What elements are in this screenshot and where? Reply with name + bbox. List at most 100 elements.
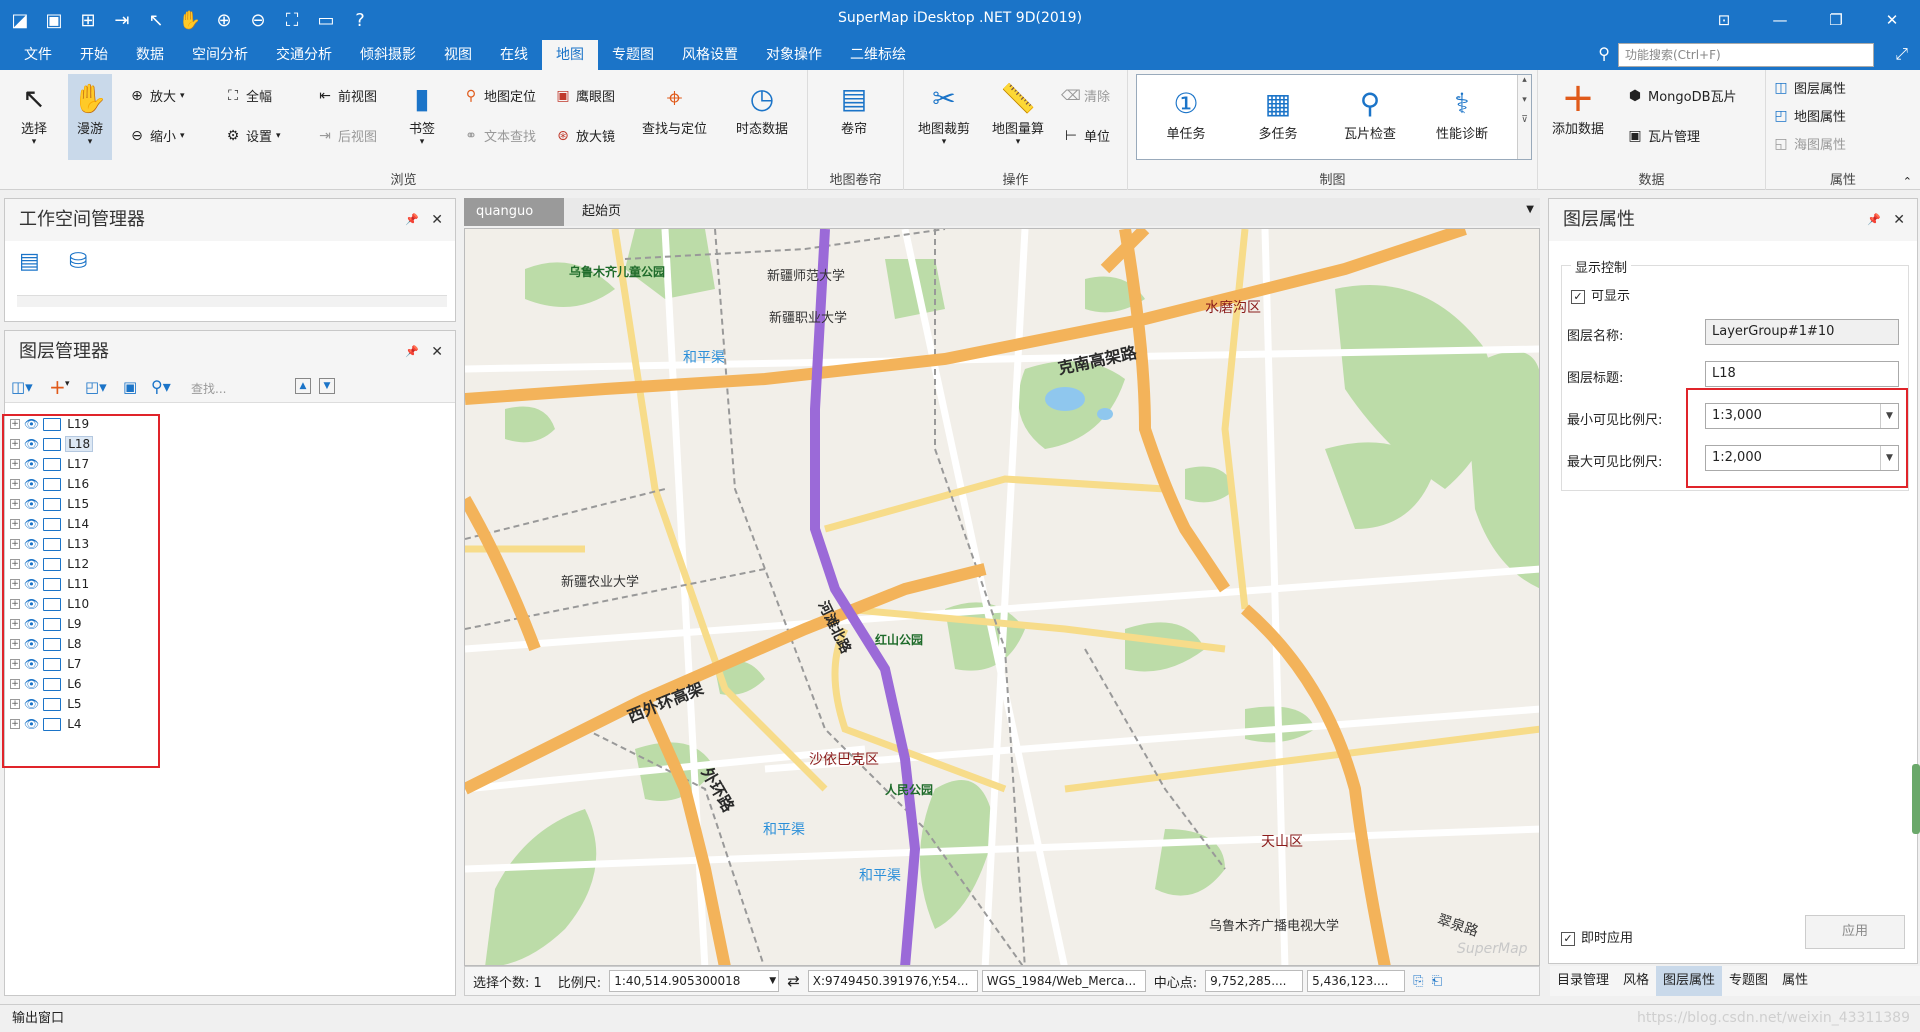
- menu-tab[interactable]: 地图: [542, 40, 598, 70]
- layer-name-field[interactable]: LayerGroup#1#10: [1705, 319, 1899, 345]
- select-button[interactable]: ↖ 选择 ▾: [14, 78, 54, 148]
- menu-tab[interactable]: 专题图: [598, 40, 668, 70]
- tile-manage-button[interactable]: ▣ 瓦片管理: [1626, 126, 1700, 146]
- mongodb-tile-button[interactable]: ⬢ MongoDB瓦片: [1626, 86, 1737, 106]
- tab-quanguo[interactable]: quanguo ×: [464, 198, 564, 247]
- close-icon[interactable]: ✕: [431, 199, 443, 241]
- binoculars-icon: ⚭: [465, 127, 477, 144]
- text-search-button[interactable]: ⚭ 文本查找: [462, 126, 536, 146]
- tab-start-page[interactable]: 起始页: [570, 198, 633, 226]
- tab-list-dropdown-icon[interactable]: ▼: [1526, 204, 1534, 215]
- menu-tab[interactable]: 倾斜摄影: [346, 40, 430, 70]
- zoom-out-button[interactable]: ⊖ 缩小 ▾: [128, 126, 184, 146]
- pan-button[interactable]: ✋ 漫游 ▾: [68, 74, 112, 160]
- tile-check-button[interactable]: ⚲ 瓦片检查: [1325, 83, 1415, 143]
- zoom-out-icon: ⊖: [131, 127, 143, 144]
- prev-view-button[interactable]: ⇤ 前视图: [316, 86, 377, 106]
- swap-icon[interactable]: ⇄: [779, 972, 808, 990]
- bookmark-button[interactable]: ▮ 书签 ▾: [402, 78, 442, 148]
- menu-tab[interactable]: 开始: [66, 40, 122, 70]
- layer-props-icon[interactable]: ▣: [123, 378, 137, 396]
- map-label-park: 人民公园: [885, 783, 934, 797]
- map-view[interactable]: 乌鲁木齐儿童公园 新疆师范大学 新疆职业大学 新疆农业大学 乌鲁木齐广播电视大学…: [464, 228, 1540, 966]
- add-layer-icon[interactable]: +: [49, 375, 66, 399]
- move-up-icon[interactable]: ▲: [295, 378, 311, 394]
- instant-apply-checkbox[interactable]: ✓ 即时应用: [1561, 927, 1633, 946]
- dropdown-icon[interactable]: ▾: [65, 379, 70, 389]
- pin-icon[interactable]: 📌: [405, 331, 419, 373]
- panel-tab[interactable]: 风格: [1616, 966, 1656, 996]
- menu-tab[interactable]: 空间分析: [178, 40, 262, 70]
- menu-tab[interactable]: 文件: [10, 40, 66, 70]
- map-measure-button[interactable]: 📏 地图量算 ▾: [992, 78, 1044, 148]
- unit-button[interactable]: ⊢ 单位: [1062, 126, 1110, 146]
- layer-copy-icon[interactable]: ◰▾: [85, 378, 107, 396]
- single-task-button[interactable]: ① 单任务: [1141, 83, 1231, 143]
- dropdown-icon: ▼: [769, 976, 777, 986]
- menu-tab[interactable]: 风格设置: [668, 40, 752, 70]
- scale-combo[interactable]: 1:40,514.905300018 ▼: [609, 970, 780, 992]
- search-icon[interactable]: ⚲: [1598, 44, 1610, 63]
- dynamic-data-button[interactable]: ◷ 时态数据: [736, 78, 788, 138]
- chart-props-button[interactable]: ◱ 海图属性: [1772, 134, 1846, 154]
- side-scroll-indicator[interactable]: [1912, 764, 1920, 834]
- function-search-input[interactable]: 功能搜索(Ctrl+F): [1618, 43, 1874, 67]
- workspace-icon[interactable]: ▤: [19, 249, 40, 274]
- panel-tab[interactable]: 图层属性: [1656, 966, 1723, 996]
- eagle-eye-button[interactable]: ▣ 鹰眼图: [554, 86, 615, 106]
- menu-tab[interactable]: 数据: [122, 40, 178, 70]
- close-icon[interactable]: ✕: [1893, 199, 1905, 241]
- layer-caption-field[interactable]: L18: [1705, 361, 1899, 387]
- collapse-ribbon-icon[interactable]: ⌃: [1903, 175, 1912, 188]
- layer-search-input[interactable]: 查找...: [191, 380, 226, 397]
- output-window-tab[interactable]: 输出窗口: [0, 1004, 1920, 1032]
- copy-icon[interactable]: ⎘: [1405, 974, 1431, 989]
- restore-ribbon-icon[interactable]: ⊡: [1696, 0, 1752, 40]
- clear-button[interactable]: ⌫ 清除: [1061, 86, 1110, 106]
- swipe-button[interactable]: ▤ 卷帘: [834, 78, 874, 138]
- panel-tab[interactable]: 目录管理: [1550, 966, 1616, 996]
- gallery-scrollbar[interactable]: ▴ ▾ ⊽: [1517, 75, 1531, 159]
- new-layer-group-icon[interactable]: ◫▾: [11, 378, 33, 396]
- center-y-field[interactable]: 5,436,123....: [1307, 970, 1406, 992]
- pin-icon[interactable]: 📌: [405, 199, 419, 241]
- settings-button[interactable]: ⚙ 设置 ▾: [224, 126, 281, 146]
- panel-tab[interactable]: 属性: [1775, 966, 1815, 996]
- close-icon[interactable]: ✕: [431, 331, 443, 373]
- menu-tab[interactable]: 视图: [430, 40, 486, 70]
- next-view-button[interactable]: ⇥ 后视图: [316, 126, 377, 146]
- window-controls: ⊡ — ❐ ✕: [1696, 0, 1920, 40]
- visible-checkbox[interactable]: ✓ 可显示: [1571, 285, 1630, 304]
- menu-tab[interactable]: 对象操作: [752, 40, 836, 70]
- panel-tab[interactable]: 专题图: [1722, 966, 1775, 996]
- maximize-icon[interactable]: ❐: [1808, 0, 1864, 40]
- map-label-poi: 乌鲁木齐广播电视大学: [1209, 919, 1340, 934]
- crs-display[interactable]: WGS_1984/Web_Merca...: [981, 970, 1146, 992]
- layer-props-button[interactable]: ◫ 图层属性: [1772, 78, 1846, 98]
- move-down-icon[interactable]: ▼: [319, 378, 335, 394]
- find-locate-button[interactable]: ⌖ 查找与定位: [642, 78, 707, 137]
- map-locate-button[interactable]: ⚲ 地图定位: [462, 86, 536, 106]
- menu-tab[interactable]: 在线: [486, 40, 542, 70]
- full-extent-button[interactable]: ⛶ 全幅: [224, 86, 272, 106]
- add-data-button[interactable]: + 添加数据: [1552, 75, 1604, 137]
- zoom-in-button[interactable]: ⊕ 放大 ▾: [128, 86, 184, 106]
- apply-button[interactable]: 应用: [1805, 915, 1905, 949]
- close-icon[interactable]: ✕: [1864, 0, 1920, 40]
- database-icon[interactable]: ⛁: [69, 249, 87, 274]
- ribbon-group-label: 操作: [1002, 173, 1029, 188]
- minimize-icon[interactable]: —: [1752, 0, 1808, 40]
- center-label: 中心点:: [1153, 975, 1198, 991]
- diagnose-button[interactable]: ⚕ 性能诊断: [1417, 83, 1507, 143]
- pin-icon[interactable]: 📌: [1867, 199, 1881, 241]
- menu-tab[interactable]: 二维标绘: [836, 40, 920, 70]
- map-props-button[interactable]: ◰ 地图属性: [1772, 106, 1846, 126]
- menu-tab[interactable]: 交通分析: [262, 40, 346, 70]
- expand-icon[interactable]: ⤢: [1895, 44, 1908, 64]
- center-x-field[interactable]: 9,752,285....: [1205, 970, 1304, 992]
- paste-icon[interactable]: ⎗: [1432, 974, 1442, 989]
- search-icon[interactable]: ⚲▾: [151, 377, 171, 396]
- magnifier-button[interactable]: ⊛ 放大镜: [554, 126, 615, 146]
- multi-task-button[interactable]: ▦ 多任务: [1233, 83, 1323, 143]
- map-clip-button[interactable]: ✂ 地图裁剪 ▾: [918, 78, 970, 148]
